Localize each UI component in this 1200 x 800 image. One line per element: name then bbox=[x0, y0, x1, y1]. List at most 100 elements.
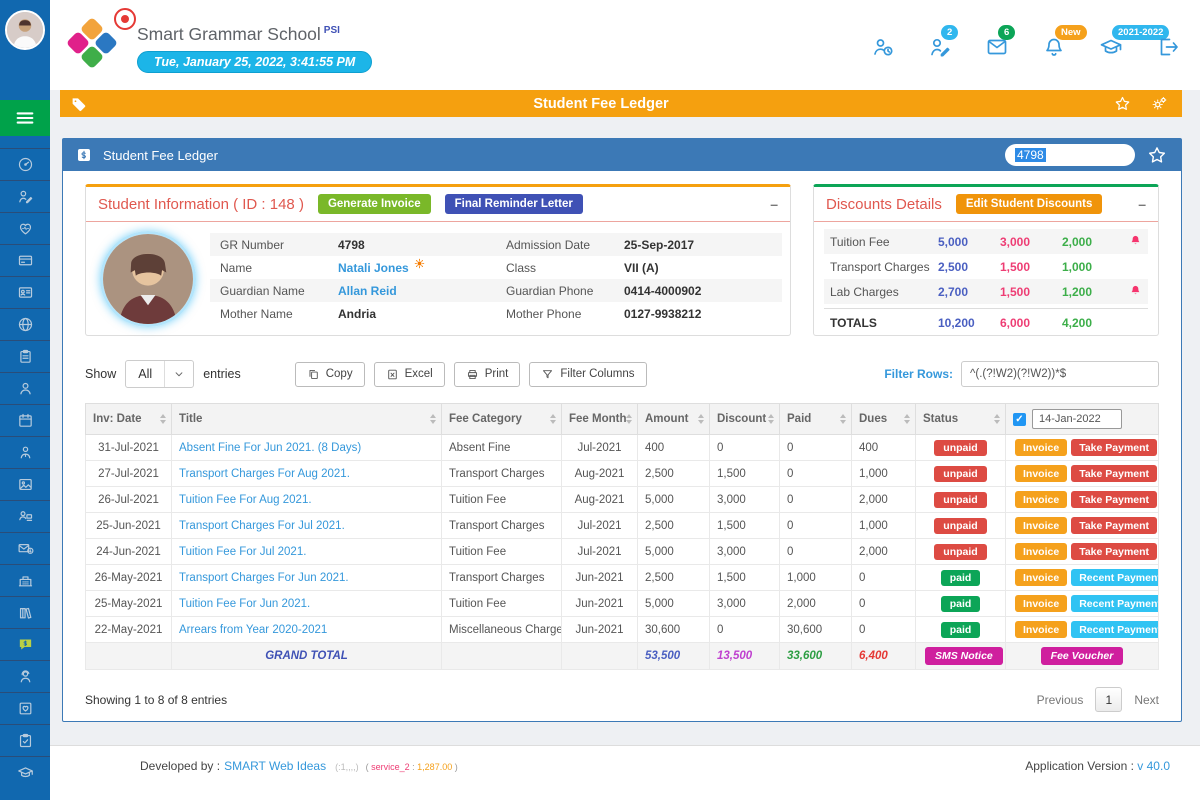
fee-title-link[interactable]: Arrears from Year 2020-2021 bbox=[179, 624, 327, 636]
filter-rows-input[interactable] bbox=[961, 361, 1159, 387]
fee-voucher-button[interactable]: Fee Voucher bbox=[1041, 647, 1124, 665]
next-button[interactable]: Next bbox=[1134, 693, 1159, 707]
favorite-icon[interactable] bbox=[1114, 95, 1131, 112]
take-button[interactable]: Take Payment bbox=[1071, 439, 1157, 456]
notifications-button[interactable]: New bbox=[1042, 35, 1066, 59]
desk-person-icon bbox=[17, 508, 34, 525]
logout-button[interactable] bbox=[1156, 35, 1180, 59]
datetime-pill: Tue, January 25, 2022, 3:41:55 PM bbox=[137, 51, 372, 73]
service-info: ( service_2 : 1,287.00 ) bbox=[366, 762, 458, 772]
generate-invoice-button[interactable]: Generate Invoice bbox=[318, 194, 431, 214]
sidebar-item-tasks[interactable] bbox=[0, 724, 50, 756]
collapse-toggle[interactable]: – bbox=[1138, 196, 1146, 212]
menu-toggle-button[interactable] bbox=[0, 100, 50, 136]
fee-title-link[interactable]: Tuition Fee For Jul 2021. bbox=[179, 546, 306, 558]
column-header-dues[interactable]: Dues bbox=[852, 404, 916, 435]
column-header-discount[interactable]: Discount bbox=[710, 404, 780, 435]
academic-year-button[interactable]: 2021-2022 bbox=[1099, 35, 1123, 59]
school-suffix: PSI bbox=[324, 25, 340, 36]
support-icon bbox=[17, 668, 34, 685]
column-header-paid[interactable]: Paid bbox=[780, 404, 852, 435]
sidebar-item-students[interactable] bbox=[0, 372, 50, 404]
sidebar-item-student-edit[interactable] bbox=[0, 180, 50, 212]
grand-total-row: GRAND TOTAL53,50013,50033,6006,400SMS No… bbox=[86, 643, 1159, 670]
sidebar-item-web-portal[interactable] bbox=[0, 308, 50, 340]
sidebar-item-dashboard[interactable] bbox=[0, 148, 50, 180]
sidebar-item-fee-card[interactable] bbox=[0, 244, 50, 276]
page-1-button[interactable]: 1 bbox=[1095, 687, 1122, 712]
column-header-title[interactable]: Title bbox=[172, 404, 442, 435]
field-value[interactable]: Natali Jones bbox=[338, 261, 409, 275]
status-badge: paid bbox=[941, 570, 981, 586]
invoice-button[interactable]: Invoice bbox=[1015, 569, 1067, 586]
sidebar-item-front-desk[interactable] bbox=[0, 500, 50, 532]
fee-title-link[interactable]: Absent Fine For Jun 2021. (8 Days) bbox=[179, 442, 361, 454]
collapse-toggle[interactable]: – bbox=[770, 196, 778, 212]
invoice-button[interactable]: Invoice bbox=[1015, 439, 1067, 456]
column-header-fee-category[interactable]: Fee Category bbox=[442, 404, 562, 435]
sidebar-item-clipboard[interactable] bbox=[0, 340, 50, 372]
user-avatar[interactable] bbox=[5, 10, 45, 50]
sidebar-item-staff[interactable] bbox=[0, 436, 50, 468]
fee-title-link[interactable]: Transport Charges For Jun 2021. bbox=[179, 572, 349, 584]
invoice-button[interactable]: Invoice bbox=[1015, 543, 1067, 560]
recent-button[interactable]: Recent Payment bbox=[1071, 595, 1158, 612]
sidebar-item-campus[interactable] bbox=[0, 564, 50, 596]
invoice-button[interactable]: Invoice bbox=[1015, 491, 1067, 508]
filter-columns-button[interactable]: Filter Columns bbox=[529, 362, 646, 387]
recent-button[interactable]: Recent Payment bbox=[1071, 621, 1158, 638]
date-filter-input[interactable] bbox=[1032, 409, 1122, 429]
user-activity-button[interactable] bbox=[871, 35, 895, 59]
date-filter-checkbox[interactable]: ✓ bbox=[1013, 413, 1026, 426]
invoice-button[interactable]: Invoice bbox=[1015, 595, 1067, 612]
take-button[interactable]: Take Payment bbox=[1071, 543, 1157, 560]
invoice-button[interactable]: Invoice bbox=[1015, 621, 1067, 638]
panel-favorite-icon[interactable] bbox=[1147, 145, 1167, 165]
sidebar-item-calendar[interactable] bbox=[0, 404, 50, 436]
column-header-amount[interactable]: Amount bbox=[638, 404, 710, 435]
sidebar-item-fee-ledger[interactable] bbox=[0, 628, 50, 660]
student-search-input[interactable]: 4798 bbox=[1005, 144, 1135, 166]
page-size-select[interactable]: All bbox=[125, 360, 194, 388]
sort-icon bbox=[994, 414, 1000, 424]
copy-button[interactable]: Copy bbox=[295, 362, 365, 387]
sidebar-item-health[interactable] bbox=[0, 212, 50, 244]
invoice-button[interactable]: Invoice bbox=[1015, 465, 1067, 482]
messages-button[interactable]: 6 bbox=[985, 35, 1009, 59]
column-header-fee-month[interactable]: Fee Month bbox=[562, 404, 638, 435]
student-approvals-button[interactable]: 2 bbox=[928, 35, 952, 59]
fee-title-link[interactable]: Transport Charges For Aug 2021. bbox=[179, 468, 350, 480]
globe-icon bbox=[17, 316, 34, 333]
settings-gears-icon[interactable] bbox=[1151, 95, 1168, 112]
previous-button[interactable]: Previous bbox=[1037, 693, 1084, 707]
column-header-inv-date[interactable]: Inv: Date bbox=[86, 404, 172, 435]
excel-button[interactable]: Excel bbox=[374, 362, 445, 387]
status-badge: unpaid bbox=[934, 518, 986, 534]
sidebar-item-support[interactable] bbox=[0, 660, 50, 692]
invoice-button[interactable]: Invoice bbox=[1015, 517, 1067, 534]
final-reminder-letter-button[interactable]: Final Reminder Letter bbox=[445, 194, 583, 214]
sidebar-item-gallery[interactable] bbox=[0, 468, 50, 500]
take-button[interactable]: Take Payment bbox=[1071, 491, 1157, 508]
field-value: Andria bbox=[338, 307, 376, 321]
sidebar-item-payroll[interactable] bbox=[0, 532, 50, 564]
fee-title-link[interactable]: Transport Charges For Jul 2021. bbox=[179, 520, 345, 532]
sms-notice-button[interactable]: SMS Notice bbox=[925, 647, 1003, 665]
student-info-heading: Student Information ( ID : 148 ) bbox=[98, 196, 304, 213]
take-button[interactable]: Take Payment bbox=[1071, 517, 1157, 534]
fee-title-link[interactable]: Tuition Fee For Jun 2021. bbox=[179, 598, 310, 610]
fee-title-link[interactable]: Tuition Fee For Aug 2021. bbox=[179, 494, 312, 506]
sidebar-item-id-card[interactable] bbox=[0, 276, 50, 308]
field-value[interactable]: Allan Reid bbox=[338, 284, 397, 298]
company-link[interactable]: SMART Web Ideas bbox=[224, 759, 326, 773]
take-button[interactable]: Take Payment bbox=[1071, 465, 1157, 482]
sidebar-item-health-book[interactable] bbox=[0, 692, 50, 724]
field-label: Guardian Name bbox=[220, 284, 338, 298]
graduation-cap-icon bbox=[17, 764, 34, 781]
column-header-status[interactable]: Status bbox=[916, 404, 1006, 435]
print-button[interactable]: Print bbox=[454, 362, 521, 387]
sidebar-item-academics[interactable] bbox=[0, 756, 50, 788]
recent-button[interactable]: Recent Payment bbox=[1071, 569, 1158, 586]
sidebar-item-library[interactable] bbox=[0, 596, 50, 628]
edit-student-discounts-button[interactable]: Edit Student Discounts bbox=[956, 194, 1103, 214]
